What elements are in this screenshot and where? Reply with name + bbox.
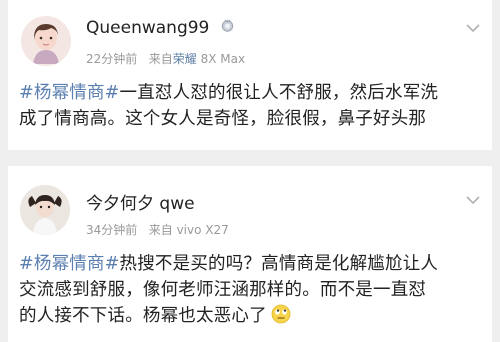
post-meta: 34分钟前 来自 vivo X27 xyxy=(86,221,229,238)
rolling-eyes-emoji-icon xyxy=(271,304,291,324)
device-brand[interactable]: 荣耀 xyxy=(173,52,197,66)
post-body: #杨幂情商#热搜不是买的吗？高情商是化解尴尬让人 交流感到舒服，像何老师汪涵那样… xyxy=(19,251,482,329)
chevron-down-icon[interactable] xyxy=(466,24,480,33)
post-time: 34分钟前 xyxy=(86,223,138,237)
post-text-segment: 热搜不是买的吗？高情商是化解尴尬让人 xyxy=(119,254,439,274)
device-brand: vivo xyxy=(176,223,202,237)
device-model: X27 xyxy=(205,223,229,237)
avatar-illustration-icon xyxy=(21,16,71,66)
source-prefix: 来自 xyxy=(148,223,173,237)
blurred-overflow xyxy=(178,130,492,150)
post-text-segment: 的人接不下话。杨幂也太恶心了 xyxy=(19,306,267,326)
post-line: #杨幂情商#热搜不是买的吗？高情商是化解尴尬让人 xyxy=(19,251,482,277)
post-line: 交流感到舒服，像何老师汪涵那样的。而不是一直怼 xyxy=(19,280,427,300)
post-card: 今夕何夕 qwe 34分钟前 来自 vivo X27 #杨幂情商#热搜不是买的吗… xyxy=(8,166,492,342)
post-time: 22分钟前 xyxy=(86,52,138,66)
username-text[interactable]: Queenwang99 xyxy=(86,18,209,38)
post-text-segment: 一直怼人怼的很让人不舒服，然后水军洗 xyxy=(119,83,439,103)
chevron-down-icon[interactable] xyxy=(466,196,480,205)
username-text[interactable]: 今夕何夕 qwe xyxy=(86,194,195,214)
post-meta: 22分钟前 来自荣耀 8X Max xyxy=(86,50,245,67)
avatar[interactable] xyxy=(20,185,70,235)
post-line: #杨幂情商#一直怼人怼的很让人不舒服，然后水军洗 xyxy=(19,80,482,106)
device-model: 8X Max xyxy=(200,52,246,66)
medal-badge-icon xyxy=(221,19,233,32)
avatar-photo-icon xyxy=(20,185,70,235)
avatar[interactable] xyxy=(21,16,71,66)
post-card: Queenwang99 22分钟前 来自荣耀 8X Max #杨幂情商#一直怼人… xyxy=(8,0,492,150)
topic-link[interactable]: #杨幂情商# xyxy=(19,83,120,103)
username[interactable]: Queenwang99 xyxy=(86,18,234,38)
topic-link[interactable]: #杨幂情商# xyxy=(19,254,120,274)
post-line: 的人接不下话。杨幂也太恶心了 xyxy=(19,303,482,329)
post-line: 成了情商高。这个女人是奇怪，脸很假，鼻子好头那 xyxy=(19,109,427,129)
username[interactable]: 今夕何夕 qwe xyxy=(86,189,195,214)
source-prefix: 来自 xyxy=(148,52,173,66)
post-body: #杨幂情商#一直怼人怼的很让人不舒服，然后水军洗 成了情商高。这个女人是奇怪，脸… xyxy=(19,80,482,132)
